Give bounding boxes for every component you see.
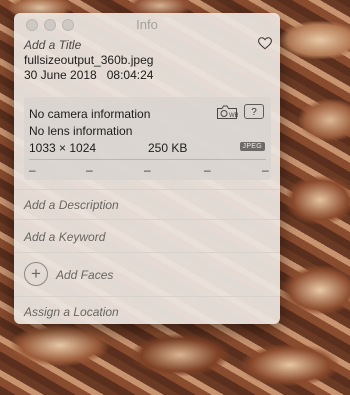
capture-time: 08:04:24	[106, 68, 154, 82]
title-field[interactable]: Add a Title	[24, 38, 81, 52]
help-button[interactable]: ?	[244, 104, 264, 119]
description-field[interactable]: Add a Description	[24, 198, 119, 212]
camera-info: No camera information	[29, 107, 151, 121]
add-faces-button[interactable]: +	[24, 262, 48, 286]
format-badge: JPEG	[239, 142, 265, 151]
exif-divider	[29, 159, 266, 160]
keyword-field[interactable]: Add a Keyword	[24, 230, 105, 244]
capture-datetime: 30 June 2018 08:04:24	[24, 68, 153, 82]
lens-info: No lens information	[29, 124, 133, 138]
camera-info-box: No camera information No lens informatio…	[24, 97, 271, 180]
divider	[14, 189, 280, 190]
exif-placeholder: –	[144, 163, 151, 177]
add-faces-label[interactable]: Add Faces	[56, 268, 113, 282]
window-title: Info	[136, 17, 158, 32]
exif-placeholder: –	[204, 163, 211, 177]
divider	[14, 219, 280, 220]
exif-placeholder: –	[29, 163, 36, 177]
title-bar: Info	[14, 13, 280, 35]
capture-date: 30 June 2018	[24, 68, 97, 82]
divider	[14, 296, 280, 297]
location-field[interactable]: Assign a Location	[24, 305, 119, 319]
divider	[14, 252, 280, 253]
camera-wb-icon: WB	[217, 105, 238, 119]
info-panel: Info Add a Title fullsizeoutput_360b.jpe…	[14, 13, 280, 324]
wb-label: WB	[229, 113, 238, 119]
exif-placeholder: –	[262, 163, 269, 177]
image-dimensions: 1033 × 1024	[29, 141, 97, 155]
file-size: 250 KB	[148, 141, 188, 155]
exif-placeholder: –	[86, 163, 93, 177]
file-name: fullsizeoutput_360b.jpeg	[24, 53, 154, 67]
heart-icon[interactable]	[258, 37, 272, 50]
